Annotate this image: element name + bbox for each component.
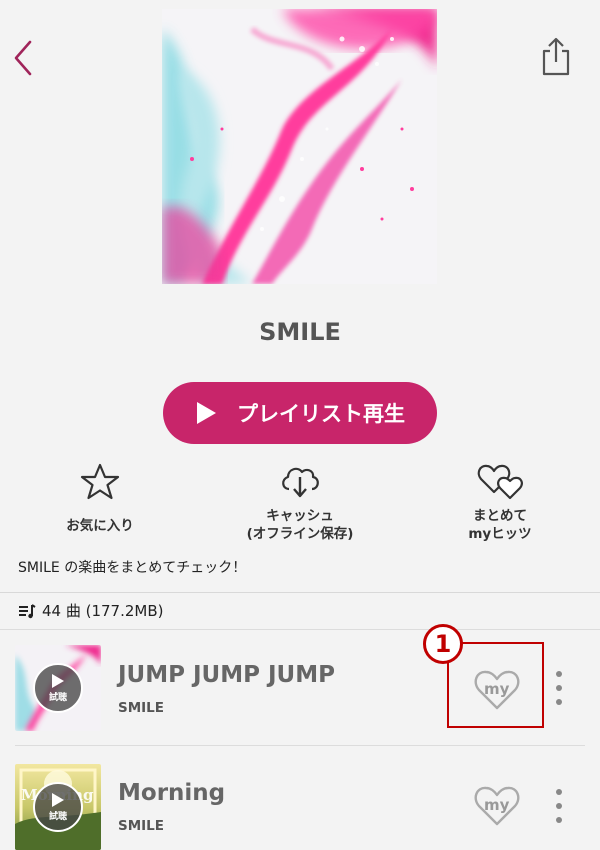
cache-offline-button[interactable]: キャッシュ (オフライン保存) — [230, 462, 370, 543]
song-thumbnail: Morning 試聴 — [15, 764, 101, 850]
track-count-row: 44 曲 (177.2MB) — [18, 600, 164, 621]
bulk-myhits-button[interactable]: まとめて myヒッツ — [450, 462, 550, 543]
song-thumbnail: 試聴 — [15, 645, 101, 731]
myhits-label-2: myヒッツ — [468, 526, 532, 542]
add-myhits-button[interactable]: my — [471, 782, 523, 830]
play-icon — [197, 402, 216, 424]
hearts-icon — [477, 464, 523, 500]
cloud-download-icon — [282, 467, 319, 498]
song-title: Morning — [118, 780, 226, 806]
playlist-description: SMILE の楽曲をまとめてチェック！ — [18, 560, 247, 576]
myhits-label-1: まとめて — [473, 508, 527, 524]
share-button[interactable] — [538, 36, 574, 78]
favorite-label: お気に入り — [66, 518, 134, 534]
preview-button[interactable]: 試聴 — [33, 663, 83, 713]
back-button[interactable] — [8, 38, 40, 78]
song-artist: SMILE — [118, 700, 165, 716]
my-label: my — [484, 796, 510, 814]
highlight-box — [447, 642, 544, 728]
preview-label: 試聴 — [48, 812, 67, 822]
step-number-badge: 1 — [423, 624, 463, 664]
more-options-button[interactable] — [552, 668, 566, 710]
play-playlist-label: プレイリスト再生 — [237, 402, 405, 426]
favorite-button[interactable]: お気に入り — [60, 462, 140, 535]
more-options-button[interactable] — [552, 786, 566, 828]
playlist-title: SMILE — [259, 318, 341, 346]
cache-label-2: (オフライン保存) — [246, 526, 354, 542]
more-vertical-icon — [556, 789, 562, 823]
more-vertical-icon — [556, 671, 562, 705]
playlist-artwork — [162, 9, 437, 284]
preview-label: 試聴 — [48, 693, 67, 703]
play-playlist-button[interactable]: プレイリスト再生 — [163, 382, 437, 444]
share-icon — [542, 37, 570, 76]
divider — [0, 592, 600, 593]
star-icon — [80, 463, 120, 500]
chevron-left-icon — [14, 40, 32, 76]
preview-button[interactable]: 試聴 — [33, 782, 83, 832]
cache-label-1: キャッシュ — [266, 508, 334, 524]
song-row[interactable]: Morning 試聴 Morning SMILE my — [0, 746, 600, 850]
play-icon — [52, 674, 64, 688]
play-icon — [52, 793, 64, 807]
music-list-icon — [19, 603, 36, 618]
song-title: JUMP JUMP JUMP — [118, 662, 335, 688]
track-count: 44 曲 (177.2MB) — [42, 602, 164, 620]
song-artist: SMILE — [118, 818, 165, 834]
